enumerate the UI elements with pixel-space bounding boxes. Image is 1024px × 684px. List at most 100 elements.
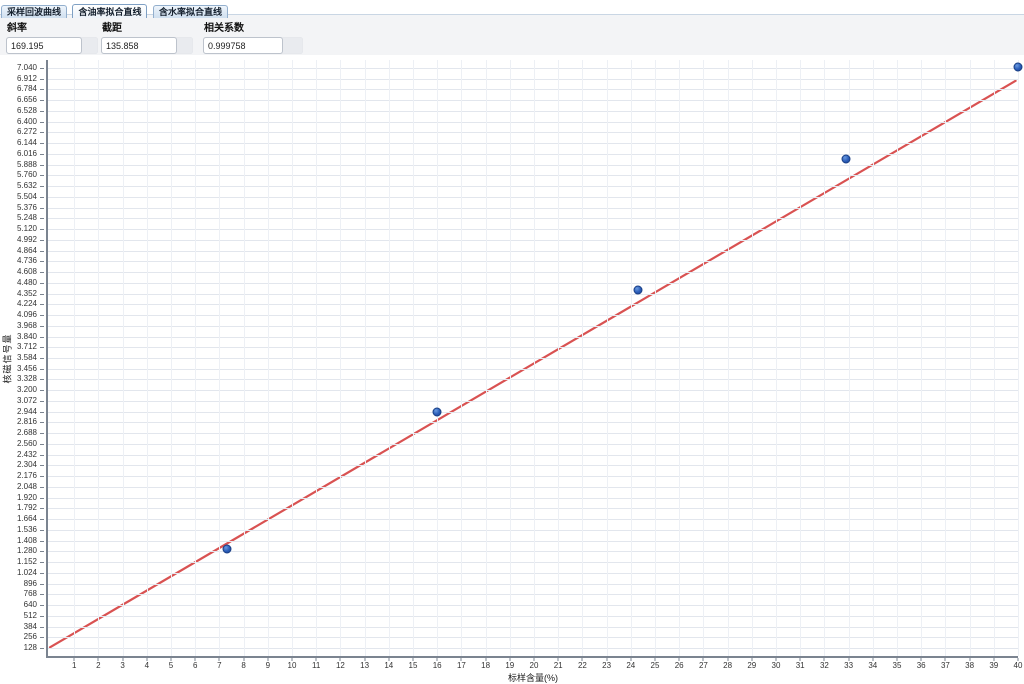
x-gridline — [655, 60, 656, 656]
x-gridline — [607, 60, 608, 656]
y-tick-label: 5.760 — [17, 171, 37, 179]
y-tick-label: 256 — [24, 633, 37, 641]
x-tick-label: 33 — [844, 662, 853, 670]
x-gridline — [413, 60, 414, 656]
y-tick-mark — [40, 455, 44, 456]
x-gridline — [703, 60, 704, 656]
y-tick-label: 3.968 — [17, 322, 37, 330]
intercept-input[interactable] — [101, 37, 177, 54]
x-tick-label: 17 — [457, 662, 466, 670]
y-tick-mark — [40, 218, 44, 219]
y-tick-mark — [40, 551, 44, 552]
y-tick-mark — [40, 154, 44, 155]
y-tick-label: 5.888 — [17, 161, 37, 169]
y-tick-label: 2.944 — [17, 408, 37, 416]
y-tick-label: 2.688 — [17, 429, 37, 437]
x-gridline — [244, 60, 245, 656]
correlation-label: 相关系数 — [204, 19, 303, 34]
y-tick-label: 3.456 — [17, 365, 37, 373]
x-tick-label: 36 — [917, 662, 926, 670]
y-tick-mark — [40, 143, 44, 144]
x-tick-label: 29 — [747, 662, 756, 670]
y-tick-mark — [40, 100, 44, 101]
x-tick-label: 14 — [384, 662, 393, 670]
x-gridline — [98, 60, 99, 656]
data-point — [222, 544, 231, 553]
x-gridline — [534, 60, 535, 656]
slope-input[interactable] — [6, 37, 82, 54]
y-tick-label: 128 — [24, 644, 37, 652]
y-tick-mark — [40, 326, 44, 327]
y-tick-mark — [40, 390, 44, 391]
y-tick-mark — [40, 433, 44, 434]
x-gridline — [728, 60, 729, 656]
x-axis-title: 标样含量(%) — [508, 671, 558, 684]
x-gridline — [776, 60, 777, 656]
y-tick-label: 5.376 — [17, 204, 37, 212]
y-tick-mark — [40, 358, 44, 359]
x-tick-label: 39 — [989, 662, 998, 670]
y-tick-mark — [40, 573, 44, 574]
y-tick-mark — [40, 315, 44, 316]
x-tick-label: 16 — [433, 662, 442, 670]
y-tick-label: 5.248 — [17, 214, 37, 222]
y-tick-label: 896 — [24, 580, 37, 588]
y-tick-mark — [40, 487, 44, 488]
plot-area: 标样含量(%) 12345678910111213141516171819202… — [46, 60, 1018, 658]
y-tick-label: 6.784 — [17, 85, 37, 93]
x-tick-label: 15 — [409, 662, 418, 670]
x-gridline — [921, 60, 922, 656]
y-tick-label: 1.792 — [17, 504, 37, 512]
y-tick-mark — [40, 627, 44, 628]
y-tick-mark — [40, 605, 44, 606]
y-tick-label: 6.016 — [17, 150, 37, 158]
x-gridline — [147, 60, 148, 656]
x-gridline — [970, 60, 971, 656]
y-tick-mark — [40, 197, 44, 198]
tab-sampling-echo-curve[interactable]: 采样回波曲线 — [1, 5, 67, 18]
data-point — [1014, 63, 1023, 72]
y-tick-mark — [40, 337, 44, 338]
x-tick-label: 20 — [530, 662, 539, 670]
x-gridline — [582, 60, 583, 656]
intercept-field-well — [101, 37, 193, 54]
y-tick-mark — [40, 175, 44, 176]
x-tick-label: 11 — [312, 662, 320, 670]
intercept-label: 截距 — [102, 19, 193, 34]
y-tick-label: 6.400 — [17, 118, 37, 126]
x-gridline — [340, 60, 341, 656]
tab-oil-content-fit-line[interactable]: 含油率拟合直线 — [72, 4, 147, 18]
x-gridline — [219, 60, 220, 656]
x-gridline — [195, 60, 196, 656]
data-point — [634, 286, 643, 295]
x-tick-label: 3 — [120, 662, 124, 670]
y-tick-label: 512 — [24, 612, 37, 620]
data-point — [433, 408, 442, 417]
x-gridline — [824, 60, 825, 656]
x-gridline — [292, 60, 293, 656]
x-tick-label: 31 — [796, 662, 805, 670]
x-tick-label: 24 — [626, 662, 635, 670]
x-tick-label: 6 — [193, 662, 197, 670]
y-tick-mark — [40, 165, 44, 166]
x-tick-label: 19 — [505, 662, 514, 670]
y-tick-mark — [40, 68, 44, 69]
y-tick-label: 3.712 — [17, 343, 37, 351]
x-gridline — [679, 60, 680, 656]
y-tick-mark — [40, 594, 44, 595]
correlation-input[interactable] — [203, 37, 283, 54]
y-tick-mark — [40, 508, 44, 509]
y-tick-label: 1.280 — [17, 547, 37, 555]
tab-water-content-fit-line[interactable]: 含水率拟合直线 — [153, 5, 228, 18]
y-tick-mark — [40, 251, 44, 252]
y-tick-mark — [40, 616, 44, 617]
x-tick-label: 38 — [965, 662, 974, 670]
x-tick-label: 28 — [723, 662, 732, 670]
slope-field-well — [6, 37, 98, 54]
y-tick-mark — [40, 648, 44, 649]
x-tick-label: 35 — [893, 662, 902, 670]
x-gridline — [316, 60, 317, 656]
y-tick-label: 640 — [24, 601, 37, 609]
y-tick-label: 1.024 — [17, 569, 37, 577]
x-tick-label: 26 — [675, 662, 684, 670]
